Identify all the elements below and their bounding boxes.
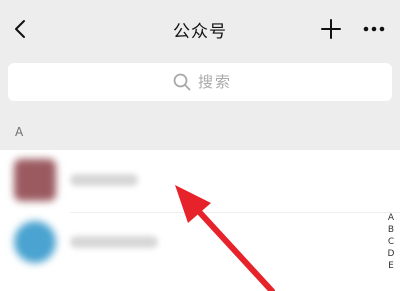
top-navigation-bar: 公众号 bbox=[0, 0, 400, 58]
index-letter-d[interactable]: D bbox=[383, 248, 399, 260]
official-accounts-list bbox=[0, 150, 400, 291]
search-placeholder: 搜索 bbox=[198, 73, 233, 91]
list-item[interactable] bbox=[0, 150, 400, 213]
add-button[interactable] bbox=[318, 16, 344, 42]
index-letter-c[interactable]: C bbox=[383, 236, 399, 248]
alphabet-index-bar: A B C D E bbox=[383, 212, 399, 272]
search-icon bbox=[173, 73, 191, 90]
more-options-button[interactable] bbox=[360, 16, 388, 42]
section-header-a: A bbox=[15, 125, 24, 139]
avatar bbox=[14, 221, 56, 263]
search-content: 搜索 bbox=[172, 71, 232, 92]
index-letter-a[interactable]: A bbox=[383, 212, 399, 224]
plus-icon bbox=[321, 19, 341, 39]
list-item[interactable] bbox=[0, 212, 400, 274]
index-letter-e[interactable]: E bbox=[383, 260, 399, 272]
blurred-account-name bbox=[70, 236, 158, 248]
avatar bbox=[14, 159, 56, 201]
search-input[interactable]: 搜索 bbox=[8, 63, 392, 101]
blurred-account-name bbox=[70, 174, 138, 186]
index-letter-b[interactable]: B bbox=[383, 224, 399, 236]
more-horizontal-icon bbox=[363, 26, 385, 32]
